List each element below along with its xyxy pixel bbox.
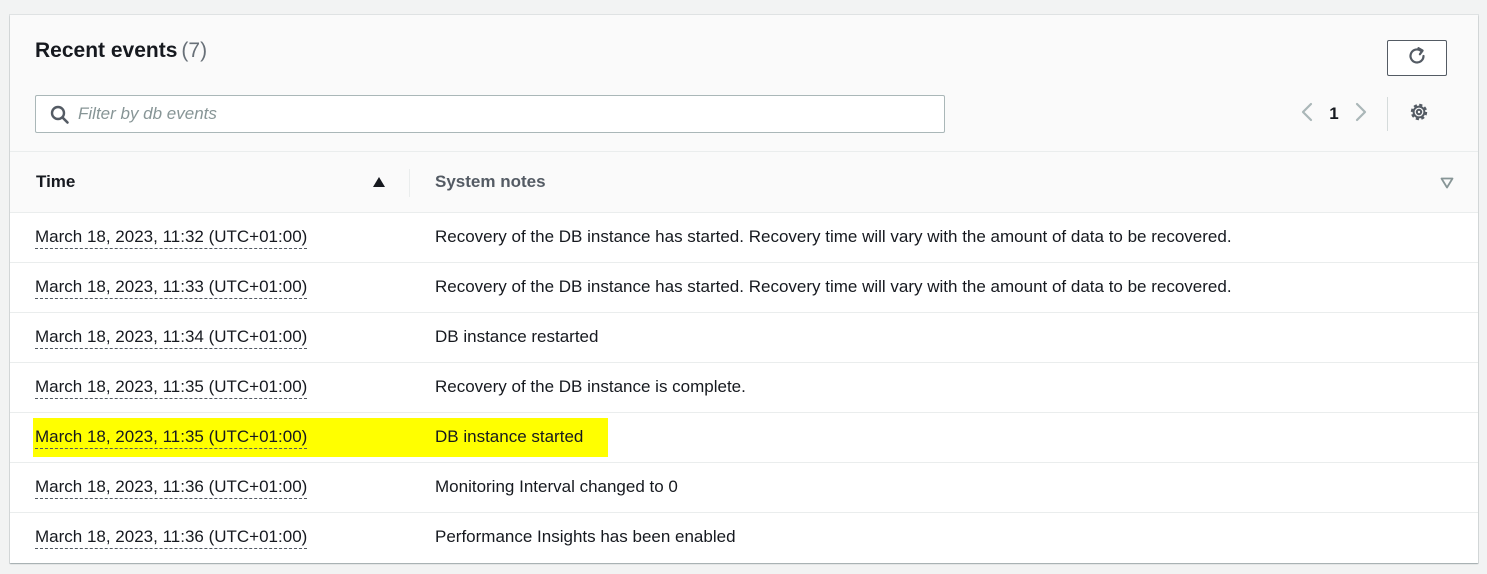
event-time[interactable]: March 18, 2023, 11:36 (UTC+01:00) bbox=[35, 526, 308, 549]
table-row: March 18, 2023, 11:34 (UTC+01:00) DB ins… bbox=[10, 313, 1478, 363]
previous-page-button[interactable] bbox=[1295, 102, 1319, 126]
table-row: March 18, 2023, 11:32 (UTC+01:00) Recove… bbox=[10, 213, 1478, 263]
chevron-right-icon bbox=[1354, 101, 1368, 128]
pagination: 1 bbox=[1295, 97, 1430, 131]
table-row: March 18, 2023, 11:36 (UTC+01:00) Perfor… bbox=[10, 513, 1478, 563]
sort-descending-icon[interactable] bbox=[1440, 176, 1454, 194]
table-row: March 18, 2023, 11:33 (UTC+01:00) Recove… bbox=[10, 263, 1478, 313]
event-notes: DB instance restarted bbox=[435, 327, 599, 346]
pagination-divider bbox=[1387, 97, 1388, 131]
next-page-button[interactable] bbox=[1349, 102, 1373, 126]
panel-title: Recent events (7) bbox=[35, 39, 207, 63]
table-row: March 18, 2023, 11:35 (UTC+01:00) Recove… bbox=[10, 363, 1478, 413]
event-notes: DB instance started bbox=[435, 427, 584, 446]
event-time[interactable]: March 18, 2023, 11:34 (UTC+01:00) bbox=[35, 326, 308, 349]
sort-ascending-icon[interactable] bbox=[372, 175, 386, 193]
gear-icon bbox=[1408, 101, 1430, 128]
column-divider[interactable] bbox=[409, 169, 410, 197]
event-time[interactable]: March 18, 2023, 11:35 (UTC+01:00) bbox=[35, 376, 308, 399]
search-icon bbox=[50, 105, 70, 130]
event-notes: Monitoring Interval changed to 0 bbox=[435, 477, 678, 496]
event-notes: Performance Insights has been enabled bbox=[435, 527, 736, 546]
recent-events-panel: Recent events (7) Filter by db events 1 … bbox=[10, 15, 1478, 563]
table-row: March 18, 2023, 11:36 (UTC+01:00) Monito… bbox=[10, 463, 1478, 513]
refresh-icon bbox=[1406, 45, 1428, 72]
column-header-system-notes[interactable]: System notes bbox=[435, 172, 546, 192]
event-time[interactable]: March 18, 2023, 11:32 (UTC+01:00) bbox=[35, 226, 308, 249]
event-notes: Recovery of the DB instance has started.… bbox=[435, 227, 1232, 246]
event-time[interactable]: March 18, 2023, 11:35 (UTC+01:00) bbox=[35, 426, 308, 449]
column-header-time[interactable]: Time bbox=[36, 172, 75, 192]
table-row-highlighted: March 18, 2023, 11:35 (UTC+01:00) DB ins… bbox=[10, 413, 1478, 463]
events-count: (7) bbox=[181, 39, 208, 62]
search-field[interactable] bbox=[35, 95, 945, 133]
table-header: Time System notes bbox=[10, 152, 1478, 213]
event-notes: Recovery of the DB instance is complete. bbox=[435, 377, 746, 396]
page-number-button[interactable]: 1 bbox=[1319, 104, 1349, 124]
refresh-button[interactable] bbox=[1387, 40, 1447, 76]
panel-header: Recent events (7) Filter by db events 1 bbox=[10, 15, 1478, 152]
search-input[interactable] bbox=[78, 96, 928, 132]
preferences-button[interactable] bbox=[1408, 103, 1430, 125]
event-time[interactable]: March 18, 2023, 11:36 (UTC+01:00) bbox=[35, 476, 308, 499]
table-body: March 18, 2023, 11:32 (UTC+01:00) Recove… bbox=[10, 213, 1478, 563]
event-time[interactable]: March 18, 2023, 11:33 (UTC+01:00) bbox=[35, 276, 308, 299]
event-notes: Recovery of the DB instance has started.… bbox=[435, 277, 1232, 296]
chevron-left-icon bbox=[1300, 101, 1314, 128]
panel-title-text: Recent events bbox=[35, 39, 178, 62]
